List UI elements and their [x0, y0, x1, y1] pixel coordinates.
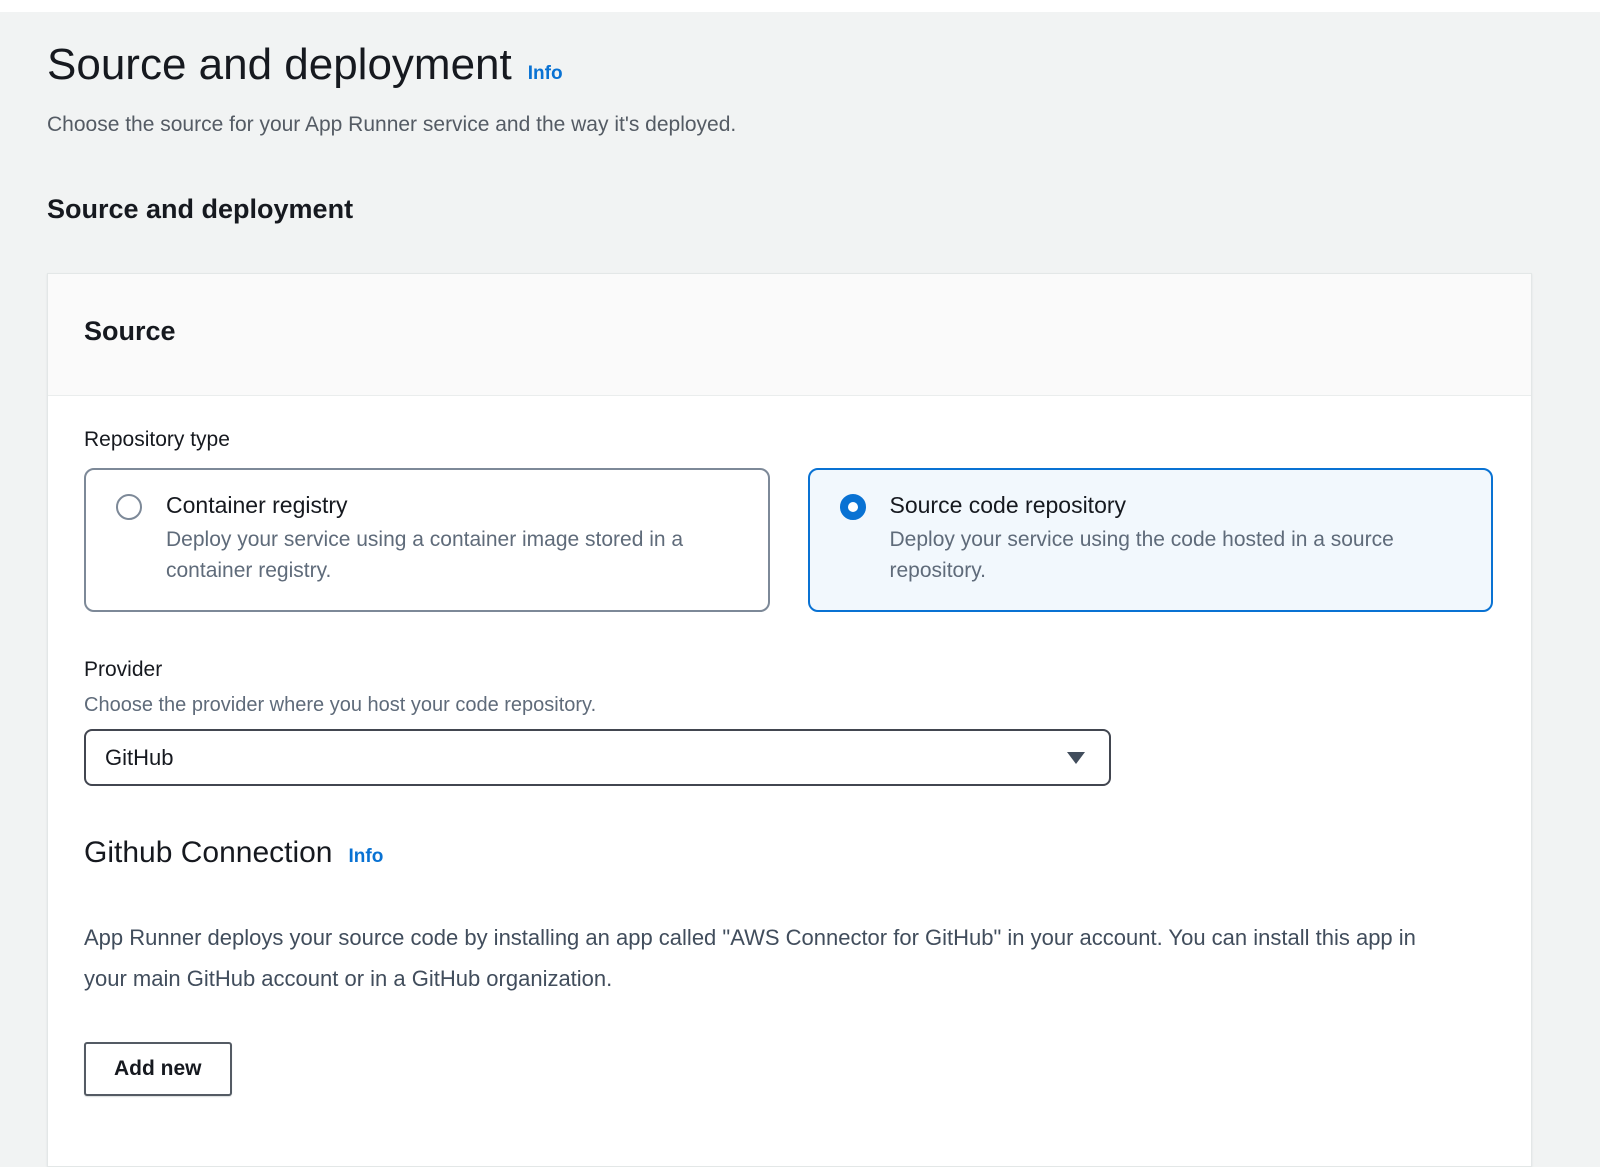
source-and-deployment-page: Source and deployment Info Choose the so…	[0, 12, 1600, 1167]
repository-type-tiles: Container registry Deploy your service u…	[84, 468, 1493, 612]
caret-down-icon	[1067, 752, 1085, 764]
source-card: Source Repository type Container registr…	[47, 273, 1532, 1167]
radio-unchecked-icon[interactable]	[116, 494, 142, 520]
tile-container-registry-title: Container registry	[166, 492, 740, 520]
provider-select[interactable]: GitHub	[84, 729, 1111, 786]
provider-description: Choose the provider where you host your …	[84, 694, 1493, 717]
tile-container-registry-description: Deploy your service using a container im…	[166, 525, 740, 586]
section-heading: Source and deployment	[47, 194, 1532, 225]
top-whitespace-strip	[0, 0, 1600, 12]
add-new-button[interactable]: Add new	[84, 1042, 232, 1096]
github-connection-description: App Runner deploys your source code by i…	[84, 918, 1454, 999]
github-connection-heading-row: Github Connection Info	[84, 836, 1493, 870]
tile-source-code-repository-text: Source code repository Deploy your servi…	[890, 492, 1464, 586]
provider-label: Provider	[84, 658, 1493, 682]
page-title-row: Source and deployment Info	[47, 40, 1532, 91]
source-card-title: Source	[84, 316, 176, 346]
provider-select-value: GitHub	[105, 745, 173, 771]
source-card-header: Source	[48, 274, 1531, 396]
tile-container-registry[interactable]: Container registry Deploy your service u…	[84, 468, 770, 612]
repository-type-label: Repository type	[84, 428, 1493, 452]
tile-source-code-repository-description: Deploy your service using the code hoste…	[890, 525, 1464, 586]
radio-checked-icon[interactable]	[840, 494, 866, 520]
tile-source-code-repository[interactable]: Source code repository Deploy your servi…	[808, 468, 1494, 612]
github-connection-info-link[interactable]: Info	[349, 846, 384, 868]
page-subtitle: Choose the source for your App Runner se…	[47, 111, 1532, 138]
source-card-body: Repository type Container registry Deplo…	[48, 396, 1531, 1166]
page-title-info-link[interactable]: Info	[528, 63, 563, 85]
tile-container-registry-text: Container registry Deploy your service u…	[166, 492, 740, 586]
github-connection-heading: Github Connection	[84, 836, 333, 870]
tile-source-code-repository-title: Source code repository	[890, 492, 1464, 520]
page-title: Source and deployment	[47, 40, 512, 91]
